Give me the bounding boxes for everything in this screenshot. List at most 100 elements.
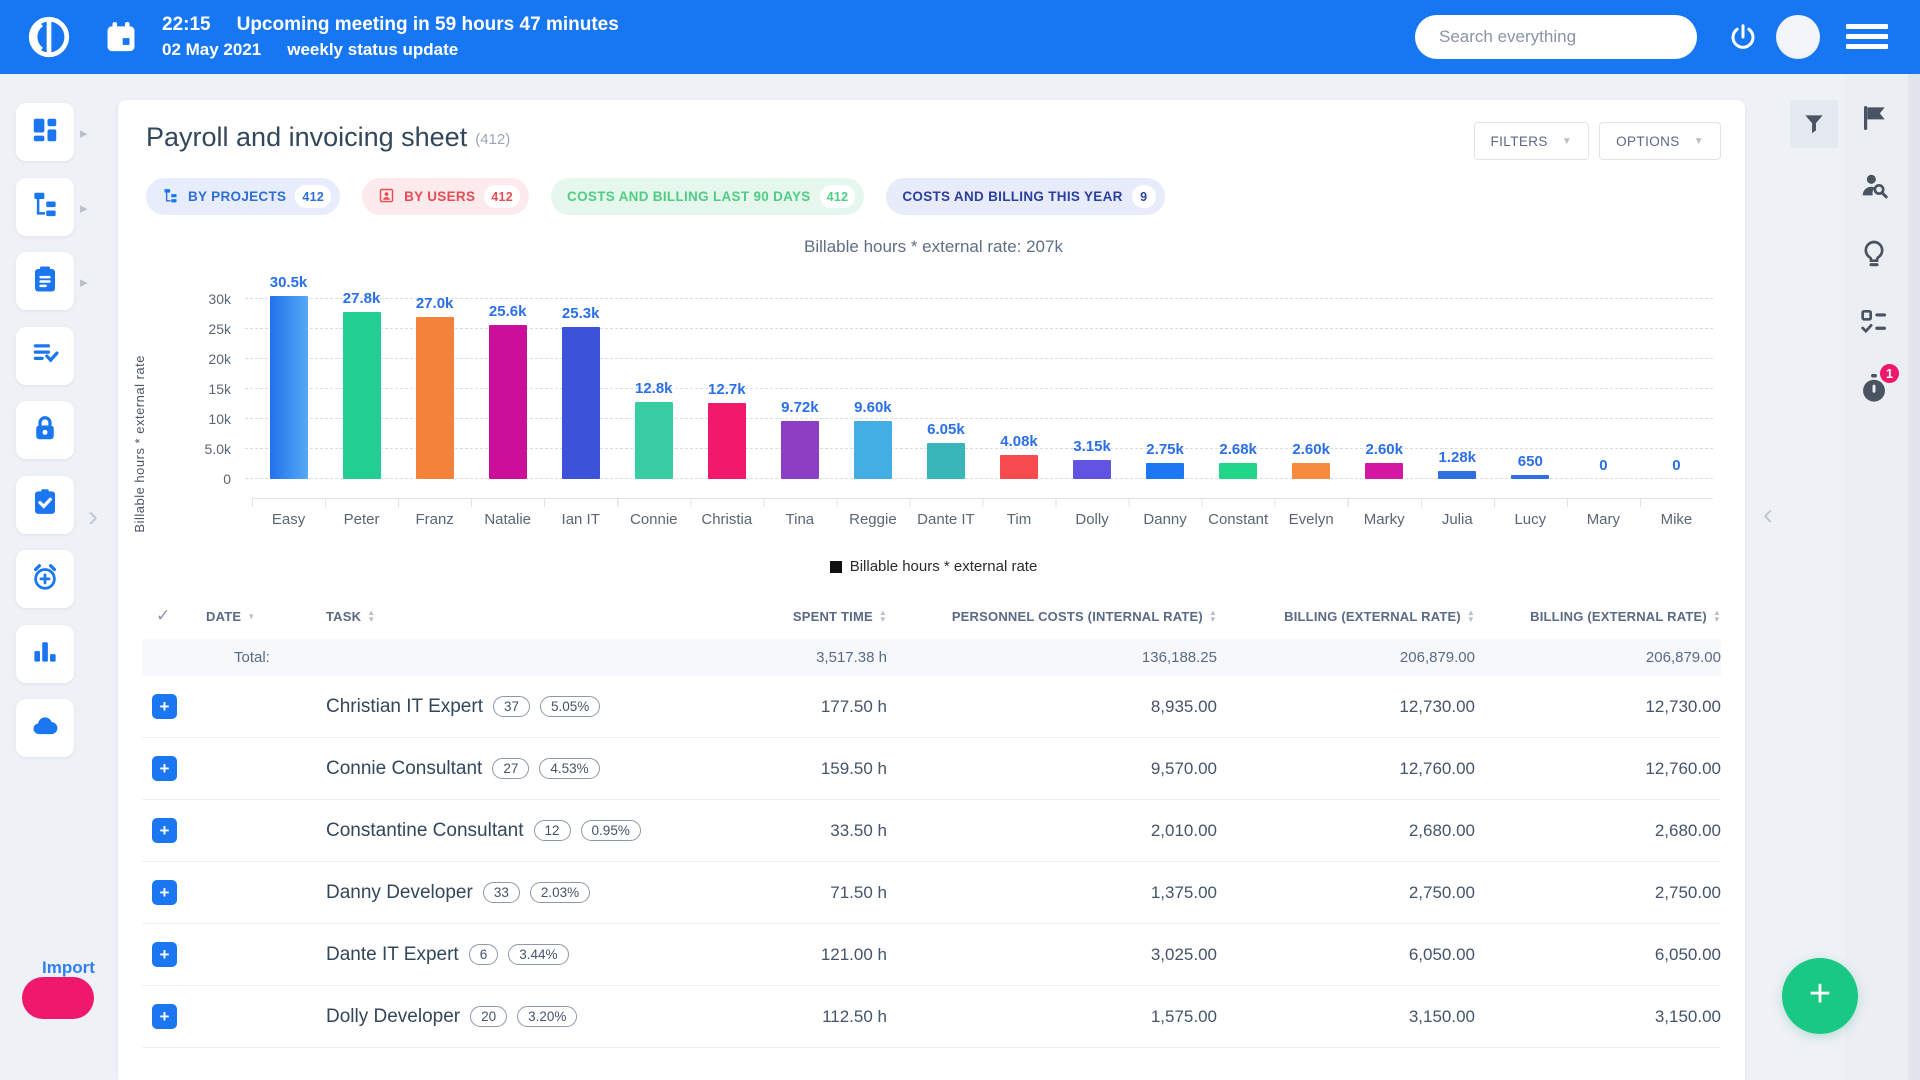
chart-x-tick-label: Constant [1202,511,1275,528]
expand-row-button[interactable]: + [152,694,177,719]
sidebar-item-cloud[interactable] [16,699,74,757]
import-notification-pill[interactable] [22,977,94,1019]
submenu-chevron-icon[interactable]: ▸ [80,273,88,291]
cell-billing-b: 2,680.00 [1475,821,1721,841]
cell-spent-time: 33.50 h [697,821,887,841]
panel-collapse-chevron-icon[interactable]: ‹ [1763,498,1773,532]
sort-icon: ▲▼ [367,609,375,623]
cell-personnel-costs: 1,575.00 [887,1007,1217,1027]
bar-constant[interactable] [1219,463,1257,479]
bar-peter[interactable] [343,312,381,479]
chart-y-tick: 10k [208,411,231,427]
column-header-task[interactable]: TASK▲▼ [326,609,697,624]
bar-natalie[interactable] [489,325,527,479]
bar-lucy[interactable] [1511,475,1549,479]
column-header-date[interactable]: DATE▼ [206,609,326,624]
import-link[interactable]: Import [42,958,95,978]
sidebar-item-lock[interactable] [16,401,74,459]
bar-connie[interactable] [635,402,673,479]
app-logo-icon[interactable] [26,14,72,60]
sidebar-item-clipboard[interactable] [16,252,74,310]
expand-row-button[interactable]: + [152,818,177,843]
bar-danny[interactable] [1146,463,1184,480]
bar-dolly[interactable] [1073,460,1111,479]
expand-row-button[interactable]: + [152,1004,177,1029]
column-header-billing-external-rate-[interactable]: BILLING (EXTERNAL RATE)▲▼ [1475,609,1721,624]
legend-label[interactable]: Billable hours * external rate [850,558,1038,575]
tab-count-badge: 412 [484,185,520,208]
bar-evelyn[interactable] [1292,463,1330,479]
sidebar-item-dashboard-grid[interactable] [16,103,74,161]
cell-billing-a: 12,760.00 [1217,759,1475,779]
main-content: Payroll and invoicing sheet (412) FILTER… [118,100,1745,1080]
add-fab-button[interactable]: + [1782,958,1858,1034]
sidebar-item-list-check[interactable] [16,327,74,385]
calendar-icon[interactable] [104,20,138,54]
tab-by-projects[interactable]: BY PROJECTS412 [146,178,340,215]
chevron-down-icon: ▼ [1694,136,1704,147]
bar-marky[interactable] [1365,463,1403,479]
search-input[interactable] [1415,15,1697,59]
sidebar-expand-chevron-icon[interactable]: › [88,500,98,534]
sidebar-item-clipboard-check[interactable] [16,476,74,534]
lightbulb-icon[interactable] [1858,238,1892,272]
column-header-spent-time[interactable]: SPENT TIME▲▼ [697,609,887,624]
bar-tina[interactable] [781,421,819,479]
table-row[interactable]: + Dolly Developer 20 3.20% 112.50 h 1,57… [142,986,1721,1048]
submenu-chevron-icon[interactable]: ▸ [80,124,88,142]
select-all-check-icon[interactable]: ✓ [142,606,206,626]
column-header-personnel-costs-internal-rate-[interactable]: PERSONNEL COSTS (INTERNAL RATE)▲▼ [887,609,1217,624]
bar-franz[interactable] [416,317,454,479]
bar-christia[interactable] [708,403,746,479]
sort-icon: ▲▼ [1209,609,1217,623]
options-button[interactable]: OPTIONS▼ [1599,122,1721,160]
funnel-icon[interactable] [1790,100,1838,148]
user-avatar[interactable] [1776,15,1820,59]
column-header-billing-external-rate-[interactable]: BILLING (EXTERNAL RATE)▲▼ [1217,609,1475,624]
bar-julia[interactable] [1438,471,1476,479]
total-personnel-costs: 136,188.25 [887,649,1217,666]
chart-bar-column: 2.68k [1202,299,1275,479]
bar-value-label: 0 [1672,457,1680,474]
bar-tim[interactable] [1000,455,1038,479]
table-row[interactable]: + Dante IT Expert 6 3.44% 121.00 h 3,025… [142,924,1721,986]
task-count-badge: 20 [470,1006,507,1027]
bar-value-label: 650 [1518,453,1543,470]
power-icon[interactable] [1728,22,1758,52]
checklist-icon[interactable] [1858,306,1892,340]
bar-value-label: 12.8k [635,380,673,397]
chart-y-tick: 5.0k [205,441,231,457]
payroll-table: ✓DATE▼TASK▲▼SPENT TIME▲▼PERSONNEL COSTS … [142,593,1721,1048]
bar-dante-it[interactable] [927,443,965,479]
chart-x-labels: EasyPeterFranzNatalieIan ITConnieChristi… [252,511,1713,528]
bar-reggie[interactable] [854,421,892,479]
sidebar-item-hierarchy[interactable] [16,178,74,236]
cell-billing-a: 12,730.00 [1217,697,1475,717]
topbar-status: weekly status update [287,40,458,59]
expand-row-button[interactable]: + [152,756,177,781]
table-row[interactable]: + Christian IT Expert 37 5.05% 177.50 h … [142,676,1721,738]
task-percent-badge: 3.44% [508,944,568,965]
table-row[interactable]: + Constantine Consultant 12 0.95% 33.50 … [142,800,1721,862]
table-row[interactable]: + Danny Developer 33 2.03% 71.50 h 1,375… [142,862,1721,924]
sidebar-item-alarm-plus[interactable] [16,550,74,608]
flag-icon[interactable] [1858,102,1892,136]
menu-icon[interactable] [1846,24,1888,50]
bar-easy[interactable] [270,296,308,479]
tab-costs-and-billing-last-90-days[interactable]: COSTS AND BILLING LAST 90 DAYS412 [551,178,864,215]
tab-by-users[interactable]: BY USERS412 [362,178,529,215]
submenu-chevron-icon[interactable]: ▸ [80,199,88,217]
bar-chart-icon [30,636,60,671]
person-search-icon[interactable] [1858,170,1892,204]
table-row[interactable]: + Connie Consultant 27 4.53% 159.50 h 9,… [142,738,1721,800]
filters-button[interactable]: FILTERS▼ [1474,122,1590,160]
chart-x-tick-label: Mike [1640,511,1713,528]
tab-costs-and-billing-this-year[interactable]: COSTS AND BILLING THIS YEAR9 [886,178,1164,215]
sidebar-item-bar-chart[interactable] [16,625,74,683]
expand-row-button[interactable]: + [152,942,177,967]
total-billing-b: 206,879.00 [1475,649,1721,666]
task-percent-badge: 2.03% [530,882,590,903]
bar-ian-it[interactable] [562,327,600,479]
expand-row-button[interactable]: + [152,880,177,905]
hierarchy-icon [162,187,179,207]
